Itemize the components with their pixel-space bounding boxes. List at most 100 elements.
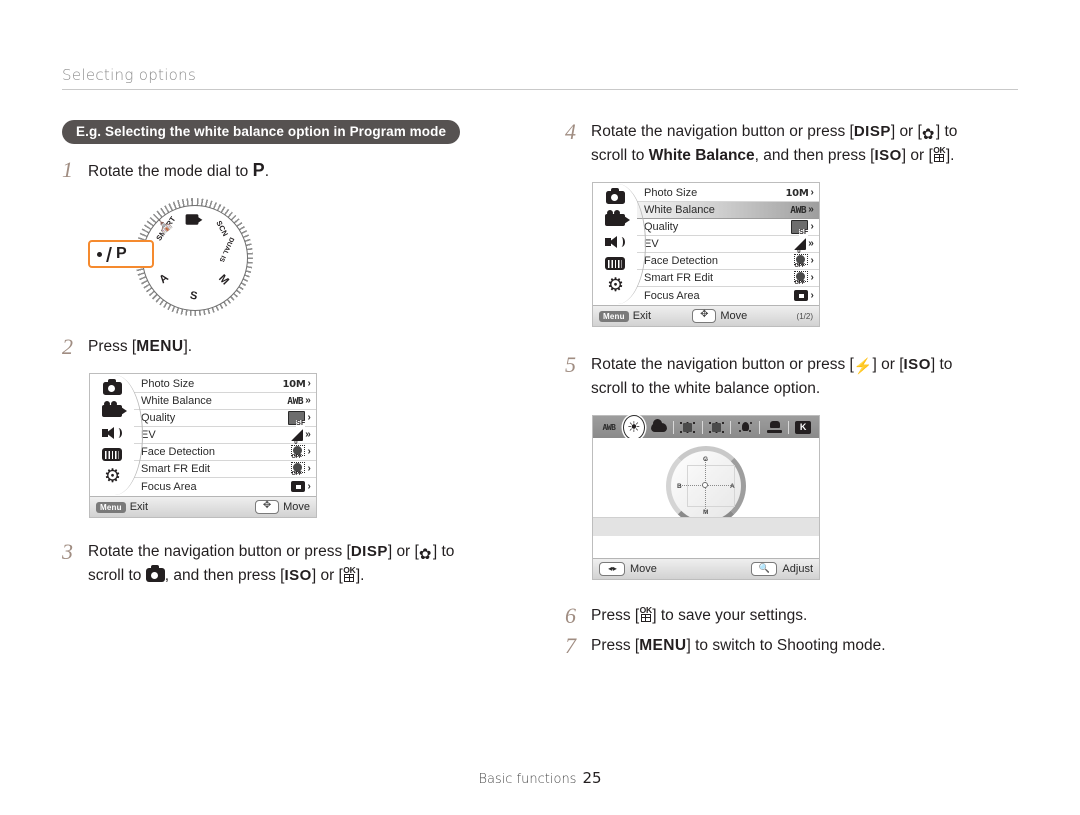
wb-option-bar: AWB ☀ K [593, 414, 819, 440]
chevron-double-right-icon: » [808, 238, 814, 249]
wb-option-daylight[interactable]: ☀ [622, 414, 645, 440]
settings-tab-icon[interactable] [101, 467, 123, 486]
menu-row-ev[interactable]: EV » [637, 236, 819, 255]
menu-row-value: 10M › [786, 188, 815, 199]
value-ev-icon [794, 238, 807, 255]
menu-row-label: Smart FR Edit [644, 272, 714, 284]
menu-row-white-balance-selected[interactable]: White Balance AWB » [637, 202, 819, 219]
shooting-tab-icon[interactable] [604, 188, 626, 207]
wb-divider [672, 420, 674, 434]
dial-selected-label: P [116, 245, 127, 262]
menu-row-label: Quality [644, 221, 679, 233]
menu-row-face-detection[interactable]: Face Detection › [134, 444, 316, 461]
left-right-button-icon[interactable] [599, 561, 625, 576]
step-4-key-disp: DISP [853, 123, 891, 140]
step-5-line1-a: Rotate the navigation button or press [ [591, 356, 854, 373]
menu-row-label: Quality [141, 412, 176, 424]
step-6-text: Press [OK] to save your settings. [591, 604, 807, 628]
settings-tab-icon[interactable] [604, 276, 626, 295]
menu-row-face-detection[interactable]: Face Detection › [637, 253, 819, 270]
value-quality-icon [791, 220, 809, 236]
value-white-balance: AWB [790, 204, 807, 216]
menu-row-photo-size[interactable]: Photo Size 10M › [134, 376, 316, 393]
step-3-text: Rotate the navigation button or press [D… [88, 540, 454, 588]
value-ev-icon [291, 429, 304, 446]
left-column: E.g. Selecting the white balance option … [62, 120, 532, 588]
wb-option-awb[interactable]: AWB [598, 419, 620, 436]
step-7-text-before: Press [ [591, 637, 640, 654]
menu-row-value: » [291, 429, 311, 446]
step-7-text: Press [MENU] to switch to Shooting mode. [591, 634, 886, 658]
value-face-off-icon [794, 254, 809, 269]
step-2: 2 Press [MENU]. [62, 335, 532, 359]
footer-page-number: 25 [582, 769, 602, 787]
chevron-right-icon: › [810, 289, 814, 301]
wb-option-flash[interactable] [763, 419, 785, 436]
menu-row-ev[interactable]: EV » [134, 427, 316, 446]
step-4-key-iso: ISO [874, 147, 902, 164]
display-tab-icon[interactable] [101, 445, 123, 464]
move-label: Move [283, 501, 310, 513]
step-7: 7 Press [MENU] to switch to Shooting mod… [565, 634, 1030, 658]
menu-row-white-balance[interactable]: White Balance AWB » [134, 393, 316, 410]
menu-row-label: Focus Area [141, 480, 197, 493]
wb-label-green: G [703, 456, 709, 463]
movie-tab-icon[interactable] [101, 400, 127, 420]
menu-button-badge[interactable]: Menu [96, 501, 126, 513]
menu-row-label: White Balance [141, 395, 212, 407]
menu-row-label: Photo Size [644, 187, 698, 199]
movie-mode-icon [185, 214, 203, 225]
step-4-line2-a: scroll to [591, 147, 649, 164]
ok-icon: OK [933, 146, 946, 163]
dial-index-dot [97, 251, 102, 257]
wb-adjust-cursor[interactable] [702, 482, 708, 488]
wb-awb-label: AWB [602, 422, 616, 432]
display-tab-icon[interactable] [604, 254, 626, 273]
menu-row-focus-area[interactable]: Focus Area › [637, 287, 819, 304]
shooting-tab-icon[interactable] [101, 379, 123, 398]
step-2-text: Press [MENU]. [88, 335, 192, 359]
ok-icon: OK [343, 566, 356, 583]
wb-adjust-dial[interactable]: G B A M [666, 446, 746, 526]
value-face-off-icon [291, 445, 306, 460]
wb-option-fluorescent-l[interactable] [706, 419, 728, 436]
menu-row-value: › [291, 462, 311, 477]
zoom-button-icon[interactable] [751, 562, 778, 576]
menu-row-smart-fr-edit[interactable]: Smart FR Edit › [637, 270, 819, 287]
chevron-double-right-icon: » [808, 204, 814, 215]
menu-button-badge[interactable]: Menu [599, 310, 629, 322]
step-4-white-balance-bold: White Balance [648, 147, 755, 164]
step-1-number: 1 [62, 157, 73, 182]
menu-rows: Photo Size 10M › White Balance AWB » Qua… [637, 183, 819, 305]
step-3-line2-b: , and then press [ [164, 567, 285, 584]
wb-option-cloudy[interactable] [648, 418, 670, 436]
wb-move-label: Move [630, 563, 657, 575]
wb-option-tungsten[interactable] [734, 419, 756, 436]
menu-row-focus-area[interactable]: Focus Area › [134, 478, 316, 495]
menu-row-label: Focus Area [644, 289, 700, 302]
chevron-double-right-icon: » [305, 429, 311, 440]
footer-section-label: Basic functions [478, 772, 577, 787]
wb-option-fluorescent-h[interactable] [677, 419, 699, 436]
wb-divider [759, 420, 761, 434]
menu-rows: Photo Size 10M › White Balance AWB » Qua… [134, 374, 316, 496]
movie-tab-icon[interactable] [604, 209, 630, 229]
step-3-key-iso: ISO [284, 567, 312, 584]
step-3-line2-a: scroll to [88, 567, 146, 584]
menu-row-smart-fr-edit[interactable]: Smart FR Edit › [134, 461, 316, 478]
menu-row-quality[interactable]: Quality › [637, 219, 819, 236]
value-quality-icon [288, 411, 306, 427]
move-hint: Move [255, 499, 310, 514]
menu-row-value: › [291, 481, 311, 492]
menu-row-quality[interactable]: Quality › [134, 410, 316, 427]
sound-tab-icon[interactable] [604, 232, 626, 251]
wb-option-custom-k[interactable]: K [792, 419, 814, 436]
nav-button-icon[interactable] [255, 499, 280, 514]
sound-tab-icon[interactable] [101, 423, 123, 442]
step-3-line2-c: ] or [ [311, 567, 343, 584]
menu-row-photo-size[interactable]: Photo Size 10M › [637, 185, 819, 202]
chevron-right-icon: › [307, 378, 311, 389]
nav-button-icon[interactable] [692, 308, 717, 323]
white-balance-screenshot: AWB ☀ K G B A M ◂•▸ Move 🔍 Adjust [592, 414, 820, 580]
step-5-line2: scroll to the white balance option. [591, 380, 821, 397]
